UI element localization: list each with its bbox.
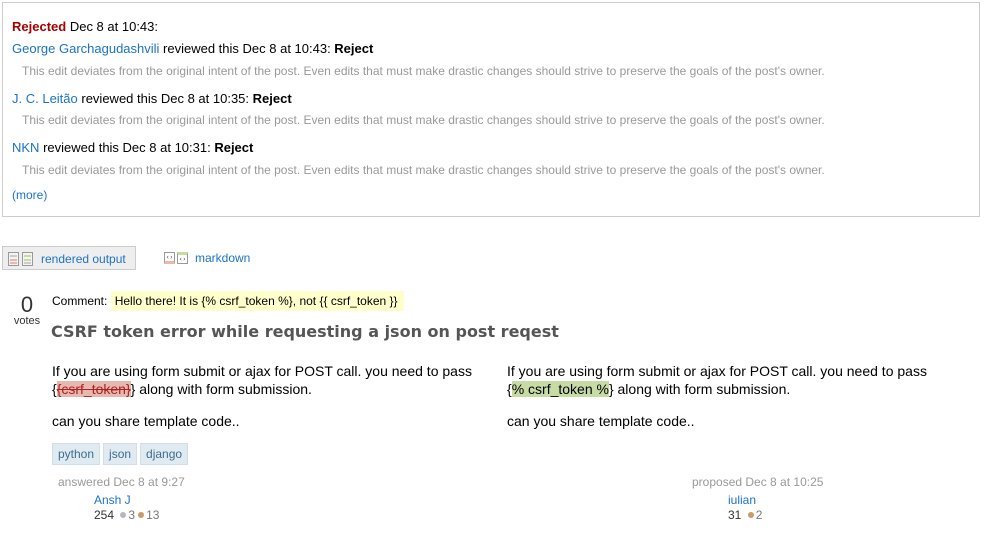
silver-badge-count: 3	[128, 508, 136, 522]
reviewer-link[interactable]: NKN	[12, 140, 39, 155]
proposal-signature: proposed Dec 8 at 10:25 iulian 31 2	[692, 475, 824, 522]
answered-time: answered Dec 8 at 9:27	[58, 475, 185, 489]
proposed-body: If you are using form submit or ajax for…	[507, 362, 947, 444]
bronze-badge-icon	[747, 512, 754, 519]
review-entry: J. C. Leitão reviewed this Dec 8 at 10:3…	[12, 91, 292, 106]
review-entry: NKN reviewed this Dec 8 at 10:31: Reject	[12, 140, 254, 155]
bronze-badge-icon	[138, 512, 145, 519]
review-history-panel: Rejected Dec 8 at 10:43: George Garchagu…	[2, 2, 980, 217]
comment-text: Hello there! It is {% csrf_token %}, not…	[110, 291, 404, 311]
review-action: Reject	[214, 140, 254, 155]
bronze-badge-count: 13	[146, 508, 160, 522]
review-entry: George Garchagudashvili reviewed this De…	[12, 41, 374, 56]
original-paragraph: If you are using form submit or ajax for…	[52, 363, 472, 397]
reputation-score: 31	[728, 508, 742, 522]
proposed-paragraph: can you share template code..	[507, 413, 695, 429]
user-reputation: 31 2	[728, 508, 762, 522]
tab-rendered-output[interactable]: rendered output	[2, 246, 136, 270]
review-comment: This edit deviates from the original int…	[22, 64, 825, 78]
user-reputation: 254 3 13	[94, 508, 159, 522]
vote-number: 0	[20, 292, 34, 317]
tab-rendered-label: rendered output	[41, 252, 126, 266]
side-by-side-inserted-icon	[22, 252, 33, 266]
reviewer-link[interactable]: J. C. Leitão	[12, 91, 78, 106]
edit-comment: Comment: Hello there! It is {% csrf_toke…	[52, 291, 404, 311]
bronze-badge-count: 2	[755, 508, 763, 522]
user-link[interactable]: Ansh J	[94, 493, 131, 507]
inserted-text: % csrf_token %	[511, 381, 609, 397]
vote-count: 0 votes	[10, 292, 44, 328]
answer-signature: answered Dec 8 at 9:27 Ansh J 254 3 13	[58, 475, 185, 522]
side-by-side-deleted-icon	[8, 252, 19, 266]
review-status-header: Rejected Dec 8 at 10:43:	[12, 19, 158, 34]
original-paragraph: can you share template code..	[52, 413, 240, 429]
deleted-text: {csrf_token}	[56, 381, 131, 397]
status-time: Dec 8 at 10:43:	[69, 19, 158, 34]
review-action: Reject	[252, 91, 292, 106]
original-body: If you are using form submit or ajax for…	[52, 362, 492, 444]
comment-label: Comment:	[52, 294, 108, 308]
tag-json[interactable]: json	[103, 443, 138, 465]
tag-list: python json django	[52, 443, 191, 465]
tab-markdown-label: markdown	[195, 251, 251, 265]
votes-label: votes	[13, 315, 41, 327]
user-link[interactable]: iulian	[728, 493, 756, 507]
markdown-deleted-icon: ‹›	[164, 252, 175, 264]
markdown-inserted-icon: ‹›	[177, 252, 188, 264]
tab-markdown[interactable]: ‹› ‹› markdown	[162, 246, 282, 270]
review-action: Reject	[334, 41, 374, 56]
tag-python[interactable]: python	[52, 443, 101, 465]
status-rejected: Rejected	[12, 19, 67, 34]
review-comment: This edit deviates from the original int…	[22, 113, 825, 127]
proposed-paragraph: If you are using form submit or ajax for…	[507, 363, 927, 397]
more-link[interactable]: (more)	[12, 188, 47, 202]
reviewer-link[interactable]: George Garchagudashvili	[12, 41, 159, 56]
reputation-score: 254	[94, 508, 115, 522]
review-comment: This edit deviates from the original int…	[22, 163, 825, 177]
post-title: CSRF token error while requesting a json…	[51, 322, 559, 341]
silver-badge-icon	[120, 512, 127, 519]
proposed-time: proposed Dec 8 at 10:25	[692, 475, 824, 489]
tag-django[interactable]: django	[140, 443, 189, 465]
